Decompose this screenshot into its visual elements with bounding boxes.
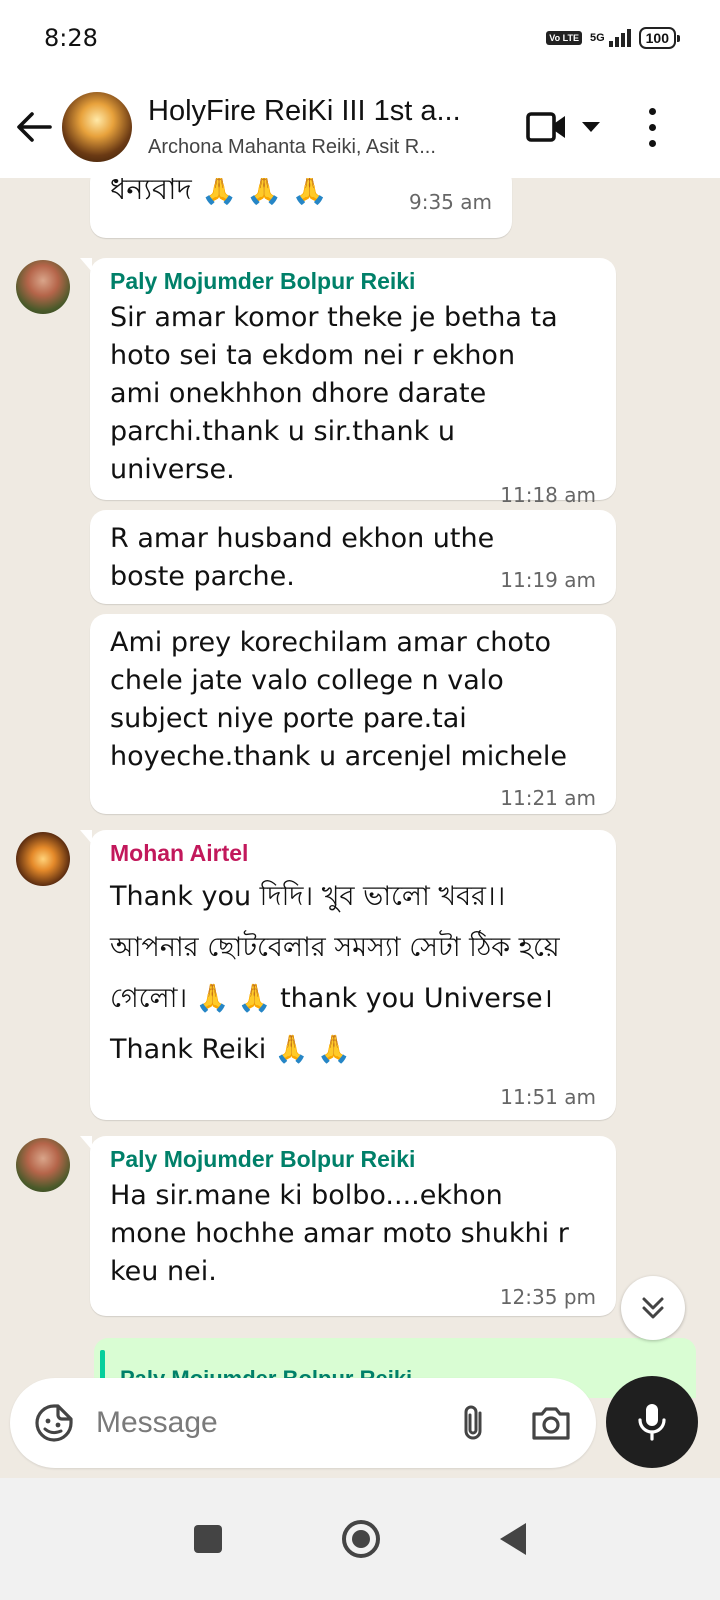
network-type: 5G [589,32,605,44]
more-options-icon[interactable] [640,107,664,147]
signal-icon [608,29,631,47]
chat-header: HolyFire ReiKi III 1st a... Archona Maha… [0,76,720,178]
video-call-icon [526,112,565,142]
status-bar: 8:28 Vo LTE 5G 100 [0,0,720,76]
volte-icon: Vo LTE [546,31,582,45]
mic-icon [638,1404,666,1441]
message-text: Sir amar komor theke je betha ta hoto se… [110,302,558,485]
message-composer[interactable]: Message [10,1378,596,1468]
sender-avatar[interactable] [16,260,70,314]
sender-name: Paly Mojumder Bolpur Reiki [110,268,416,294]
group-members: Archona Mahanta Reiki, Asit R... [148,136,436,158]
recent-apps-button[interactable] [194,1525,222,1553]
message-text: Thank you দিদি। খুব ভালো খবর।। আপনার ছোট… [110,881,560,1065]
attach-button[interactable] [460,1403,486,1443]
dropdown-icon [582,122,600,132]
message-text: Ha sir.mane ki bolbo....ekhon mone hochh… [110,1180,569,1287]
attach-icon [464,1405,482,1440]
message-time: 11:51 am [500,1085,596,1109]
system-nav-bar [0,1478,720,1600]
video-call-button[interactable] [526,112,600,142]
battery-icon: 100 [638,27,681,49]
sticker-icon[interactable] [34,1403,74,1443]
camera-icon [532,1407,570,1440]
message-bubble[interactable]: ধন্যবাদ 🙏 🙏 🙏 9:35 am [90,178,512,238]
chevron-double-down-icon [642,1297,664,1319]
sender-avatar[interactable] [16,832,70,886]
back-nav-button[interactable] [500,1523,526,1555]
chat-area[interactable]: ধন্যবাদ 🙏 🙏 🙏 9:35 am Paly Mojumder Bolp… [0,178,720,1398]
battery-level: 100 [645,30,669,46]
group-avatar[interactable] [62,92,132,162]
message-input[interactable]: Message [96,1406,430,1440]
status-icons: Vo LTE 5G 100 [546,27,681,49]
status-time: 8:28 [44,24,98,52]
voice-message-button[interactable] [606,1376,698,1468]
message-bubble[interactable]: Paly Mojumder Bolpur Reiki Sir amar komo… [80,258,616,507]
home-button[interactable] [342,1520,380,1558]
message-text: Ami prey korechilam amar choto chele jat… [110,627,567,772]
scroll-to-bottom-button[interactable] [621,1276,685,1340]
sender-name: Paly Mojumder Bolpur Reiki [110,1146,416,1172]
group-title: HolyFire ReiKi III 1st a... [148,95,461,127]
back-arrow-icon [17,112,52,142]
message-bubble[interactable]: Ami prey korechilam amar choto chele jat… [90,614,616,814]
back-button[interactable] [6,99,62,155]
sender-name: Mohan Airtel [110,840,249,866]
camera-button[interactable] [530,1405,572,1441]
group-info[interactable]: HolyFire ReiKi III 1st a... Archona Maha… [148,95,500,159]
message-bubble[interactable]: R amar husband ekhon uthe boste parche. … [90,510,616,604]
message-bubble[interactable]: Mohan Airtel Thank you দিদি। খুব ভালো খব… [80,830,616,1120]
message-time: 11:21 am [500,786,596,810]
sender-avatar[interactable] [16,1138,70,1192]
message-bubble[interactable]: Paly Mojumder Bolpur Reiki Ha sir.mane k… [80,1136,616,1316]
